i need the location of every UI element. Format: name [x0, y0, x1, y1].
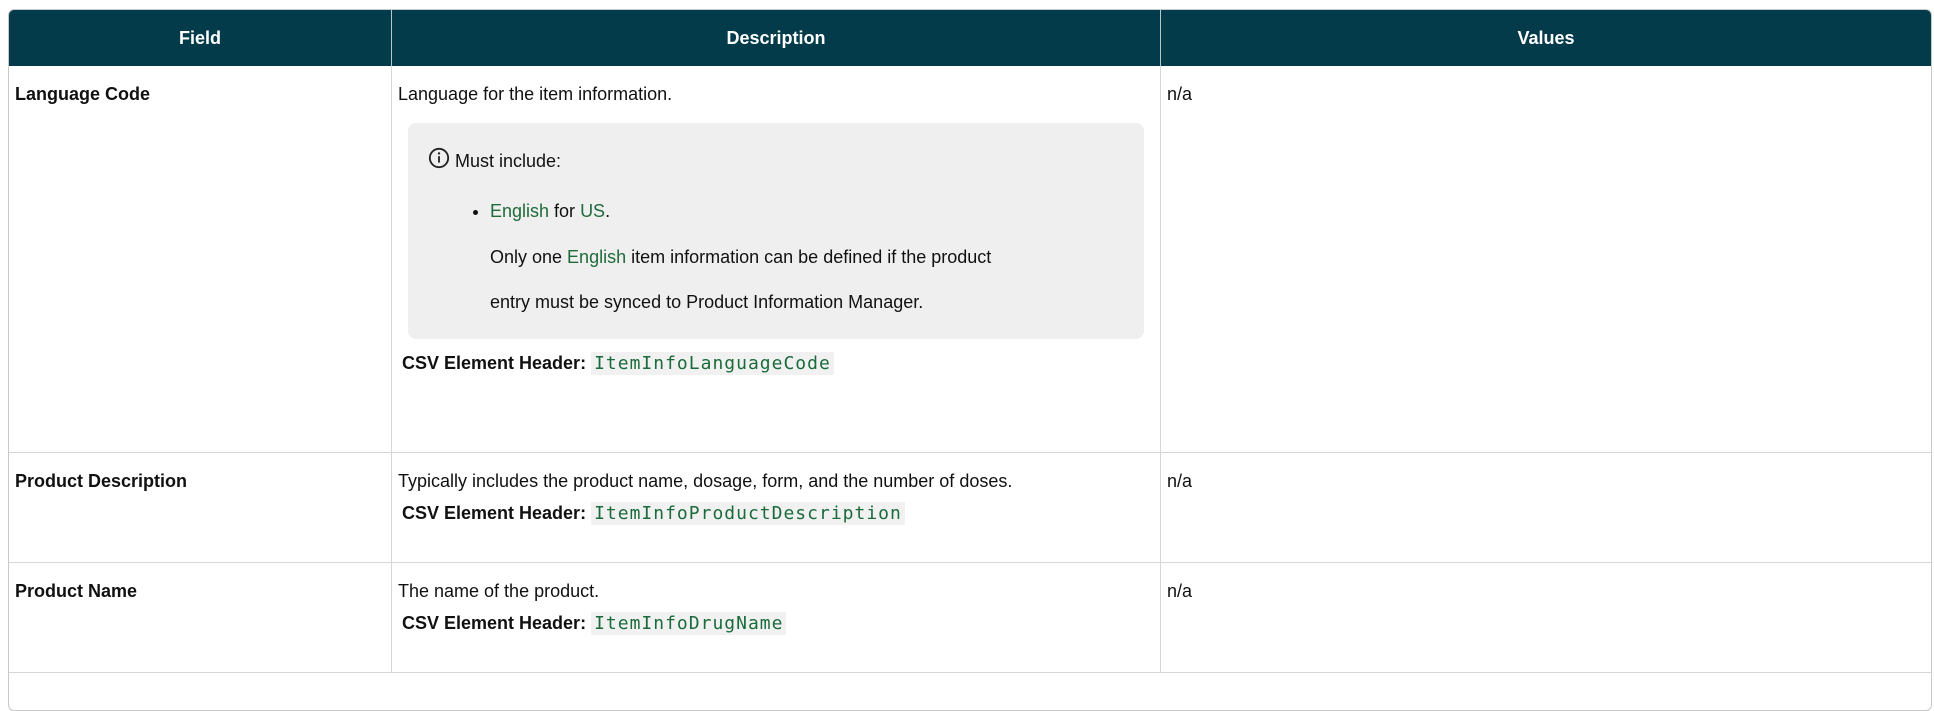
values-cell: n/a	[1161, 563, 1931, 673]
csv-label: CSV Element Header:	[402, 503, 587, 523]
csv-label: CSV Element Header:	[402, 353, 587, 373]
note-subtext: Only one English item information can be…	[490, 235, 1124, 325]
values-cell: n/a	[1161, 453, 1931, 563]
us-link[interactable]: US	[580, 201, 605, 221]
field-name: Product Name	[9, 563, 392, 673]
english-link[interactable]: English	[490, 201, 549, 221]
values-cell: n/a	[1161, 66, 1931, 453]
header-field: Field	[9, 10, 392, 66]
description-text: The name of the product.	[398, 581, 600, 601]
note-title: Must include:	[428, 147, 1124, 173]
field-name: Product Description	[9, 453, 392, 563]
csv-code: ItemInfoDrugName	[591, 612, 787, 635]
note-list: English for US. Only one English item in…	[428, 187, 1124, 325]
info-icon	[428, 147, 450, 169]
table-row: Product Description Typically includes t…	[9, 453, 1931, 563]
description-text: Language for the item information.	[398, 84, 673, 104]
description-cell: Language for the item information. Must …	[392, 66, 1161, 453]
english-link[interactable]: English	[567, 247, 626, 267]
for-text: for	[549, 201, 581, 221]
header-values: Values	[1161, 10, 1931, 66]
table-row: Product Name The name of the product. CS…	[9, 563, 1931, 673]
csv-label: CSV Element Header:	[402, 613, 587, 633]
csv-element-header: CSV Element Header: ItemInfoDrugName	[398, 611, 1154, 636]
field-name: Language Code	[9, 66, 392, 453]
description-text: Typically includes the product name, dos…	[398, 471, 1013, 491]
csv-element-header: CSV Element Header: ItemInfoProductDescr…	[398, 501, 1154, 526]
note-title-text: Must include:	[455, 151, 562, 171]
header-description: Description	[392, 10, 1161, 66]
table-header-row: Field Description Values	[9, 10, 1931, 66]
description-cell: Typically includes the product name, dos…	[392, 453, 1161, 563]
subtext-rest: item information can be defined if the p…	[626, 247, 992, 267]
list-item: English for US. Only one English item in…	[490, 187, 1124, 325]
description-cell: The name of the product. CSV Element Hea…	[392, 563, 1161, 673]
csv-element-header: CSV Element Header: ItemInfoLanguageCode	[398, 351, 1154, 376]
subtext-line2: entry must be synced to Product Informat…	[490, 292, 924, 312]
field-reference-table: Field Description Values Language Code L…	[8, 9, 1932, 711]
info-note: Must include: English for US. Only one E…	[408, 123, 1144, 339]
csv-code: ItemInfoProductDescription	[591, 502, 905, 525]
subtext-prefix: Only one	[490, 247, 568, 267]
table-row: Language Code Language for the item info…	[9, 66, 1931, 453]
period-text: .	[605, 201, 611, 221]
csv-code: ItemInfoLanguageCode	[591, 352, 834, 375]
